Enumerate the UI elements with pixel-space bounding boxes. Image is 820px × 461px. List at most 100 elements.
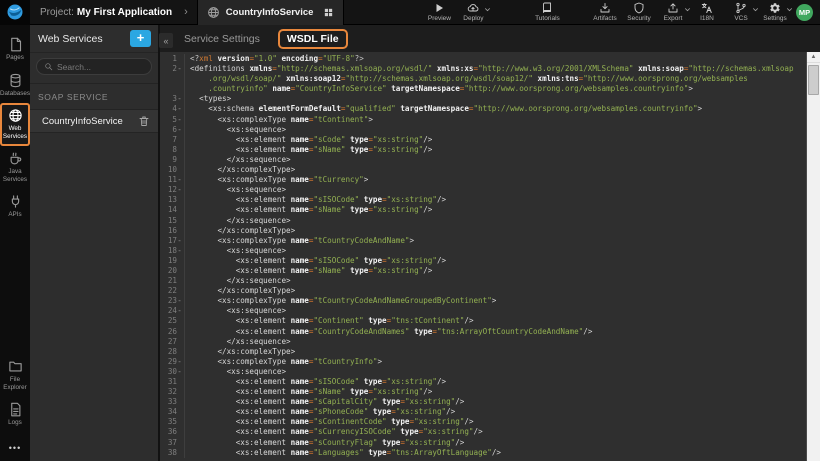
code-row[interactable]: 6- <xs:sequence> — [160, 125, 806, 135]
fold-marker[interactable]: - — [177, 367, 182, 377]
code-row[interactable]: 16 </xs:complexType> — [160, 226, 806, 236]
chevron-down-icon[interactable] — [484, 6, 491, 13]
editor-scrollbar[interactable]: ▲ — [806, 52, 820, 461]
line-number-gutter[interactable]: 11- — [160, 175, 185, 185]
code-row[interactable]: .countryinfo" name="CountryInfoService" … — [160, 84, 806, 94]
header-action-button[interactable]: I18N — [690, 2, 724, 22]
line-number-gutter[interactable]: 16 — [160, 226, 185, 236]
code-row[interactable]: 25 <xs:element name="Continent" type="tn… — [160, 316, 806, 326]
code-row[interactable]: 17- <xs:complexType name="tCountryCodeAn… — [160, 236, 806, 246]
line-number-gutter[interactable]: 21 — [160, 276, 185, 286]
code-row[interactable]: 22 </xs:complexType> — [160, 286, 806, 296]
line-number-gutter[interactable]: 23- — [160, 296, 185, 306]
header-action-button[interactable]: Security — [622, 2, 656, 22]
fold-marker[interactable]: - — [177, 64, 182, 74]
code-row[interactable]: 21 </xs:sequence> — [160, 276, 806, 286]
line-number-gutter[interactable]: 6- — [160, 125, 185, 135]
line-number-gutter[interactable]: 15 — [160, 216, 185, 226]
code-row[interactable]: 20 <xs:element name="sName" type="xs:str… — [160, 266, 806, 276]
line-number-gutter[interactable]: 31 — [160, 377, 185, 387]
code-row[interactable]: 24- <xs:sequence> — [160, 306, 806, 316]
line-number-gutter[interactable]: 10 — [160, 165, 185, 175]
code-row[interactable]: 32 <xs:element name="sName" type="xs:str… — [160, 387, 806, 397]
code-row[interactable]: 13 <xs:element name="sISOCode" type="xs:… — [160, 195, 806, 205]
line-number-gutter[interactable]: 36 — [160, 427, 185, 437]
line-number-gutter[interactable]: 8 — [160, 145, 185, 155]
sidebar-item[interactable]: Pages — [0, 32, 30, 68]
line-number-gutter[interactable]: 24- — [160, 306, 185, 316]
fold-marker[interactable]: - — [177, 296, 182, 306]
search-input[interactable] — [57, 62, 144, 72]
line-number-gutter[interactable]: 26 — [160, 327, 185, 337]
add-service-button[interactable]: + — [130, 30, 151, 47]
code-row[interactable]: 23- <xs:complexType name="tCountryCodeAn… — [160, 296, 806, 306]
sidebar-item[interactable]: Web Services — [0, 103, 30, 146]
code-row[interactable]: 10 </xs:complexType> — [160, 165, 806, 175]
fold-marker[interactable]: - — [177, 104, 182, 114]
line-number-gutter[interactable]: 20 — [160, 266, 185, 276]
code-row[interactable]: 3- <types> — [160, 94, 806, 104]
line-number-gutter[interactable] — [160, 84, 185, 94]
sidebar-item[interactable]: Logs — [0, 397, 30, 433]
more-options-icon[interactable]: ••• — [9, 433, 21, 461]
code-row[interactable]: 12- <xs:sequence> — [160, 185, 806, 195]
search-box[interactable] — [36, 58, 152, 75]
line-number-gutter[interactable]: 34 — [160, 407, 185, 417]
line-number-gutter[interactable]: 25 — [160, 316, 185, 326]
fold-marker[interactable]: - — [177, 94, 182, 104]
header-action-button[interactable]: Preview — [422, 2, 456, 22]
code-row[interactable]: 38 <xs:element name="Languages" type="tn… — [160, 448, 806, 458]
sidebar-item[interactable]: File Explorer — [0, 354, 30, 397]
code-row[interactable]: 5- <xs:complexType name="tContinent"> — [160, 115, 806, 125]
line-number-gutter[interactable]: 2- — [160, 64, 185, 74]
code-row[interactable]: 35 <xs:element name="sContinentCode" typ… — [160, 417, 806, 427]
line-number-gutter[interactable]: 1 — [160, 54, 185, 64]
sidebar-item[interactable]: APIs — [0, 189, 30, 225]
editor-tab[interactable]: Service Settings — [184, 33, 260, 45]
line-number-gutter[interactable] — [160, 74, 185, 84]
line-number-gutter[interactable]: 22 — [160, 286, 185, 296]
fold-marker[interactable]: - — [177, 175, 182, 185]
code-row[interactable]: 2-<definitions xmlns="http://schemas.xml… — [160, 64, 806, 74]
line-number-gutter[interactable]: 14 — [160, 205, 185, 215]
code-row[interactable]: 29- <xs:complexType name="tCountryInfo"> — [160, 357, 806, 367]
code-row[interactable]: 30- <xs:sequence> — [160, 367, 806, 377]
fold-marker[interactable]: - — [177, 246, 182, 256]
code-row[interactable]: 14 <xs:element name="sName" type="xs:str… — [160, 205, 806, 215]
code-row[interactable]: 28 </xs:complexType> — [160, 347, 806, 357]
line-number-gutter[interactable]: 32 — [160, 387, 185, 397]
code-row[interactable]: 1<?xml version="1.0" encoding="UTF-8"?> — [160, 54, 806, 64]
line-number-gutter[interactable]: 33 — [160, 397, 185, 407]
code-lines[interactable]: 1<?xml version="1.0" encoding="UTF-8"?>2… — [160, 54, 806, 461]
line-number-gutter[interactable]: 7 — [160, 135, 185, 145]
line-number-gutter[interactable]: 30- — [160, 367, 185, 377]
panel-collapse-button[interactable]: « — [159, 33, 173, 48]
code-row[interactable]: 7 <xs:element name="sCode" type="xs:stri… — [160, 135, 806, 145]
code-row[interactable]: 27 </xs:sequence> — [160, 337, 806, 347]
fold-marker[interactable]: - — [177, 357, 182, 367]
sidebar-item[interactable]: Databases — [0, 68, 30, 104]
code-row[interactable]: 4- <xs:schema elementFormDefault="qualif… — [160, 104, 806, 114]
header-action-button[interactable]: Tutorials — [530, 2, 564, 22]
line-number-gutter[interactable]: 13 — [160, 195, 185, 205]
code-row[interactable]: 37 <xs:element name="sCountryFlag" type=… — [160, 438, 806, 448]
wsdl-code-editor[interactable]: 1<?xml version="1.0" encoding="UTF-8"?>2… — [160, 52, 820, 461]
code-row[interactable]: 19 <xs:element name="sISOCode" type="xs:… — [160, 256, 806, 266]
header-action-button[interactable]: Export — [656, 2, 690, 22]
code-row[interactable]: 31 <xs:element name="sISOCode" type="xs:… — [160, 377, 806, 387]
code-row[interactable]: 11- <xs:complexType name="tCurrency"> — [160, 175, 806, 185]
code-row[interactable]: 15 </xs:sequence> — [160, 216, 806, 226]
code-row[interactable]: .org/wsdl/soap/" xmlns:soap12="http://sc… — [160, 74, 806, 84]
fold-marker[interactable]: - — [177, 115, 182, 125]
line-number-gutter[interactable]: 35 — [160, 417, 185, 427]
scrollbar-up-arrow-icon[interactable]: ▲ — [807, 52, 820, 63]
line-number-gutter[interactable]: 5- — [160, 115, 185, 125]
sidebar-item[interactable]: Java Services — [0, 146, 30, 189]
trash-icon[interactable] — [138, 115, 150, 127]
line-number-gutter[interactable]: 12- — [160, 185, 185, 195]
code-row[interactable]: 33 <xs:element name="sCapitalCity" type=… — [160, 397, 806, 407]
line-number-gutter[interactable]: 29- — [160, 357, 185, 367]
header-action-button[interactable]: Artifacts — [588, 2, 622, 22]
fold-marker[interactable]: - — [177, 185, 182, 195]
fold-marker[interactable]: - — [177, 306, 182, 316]
